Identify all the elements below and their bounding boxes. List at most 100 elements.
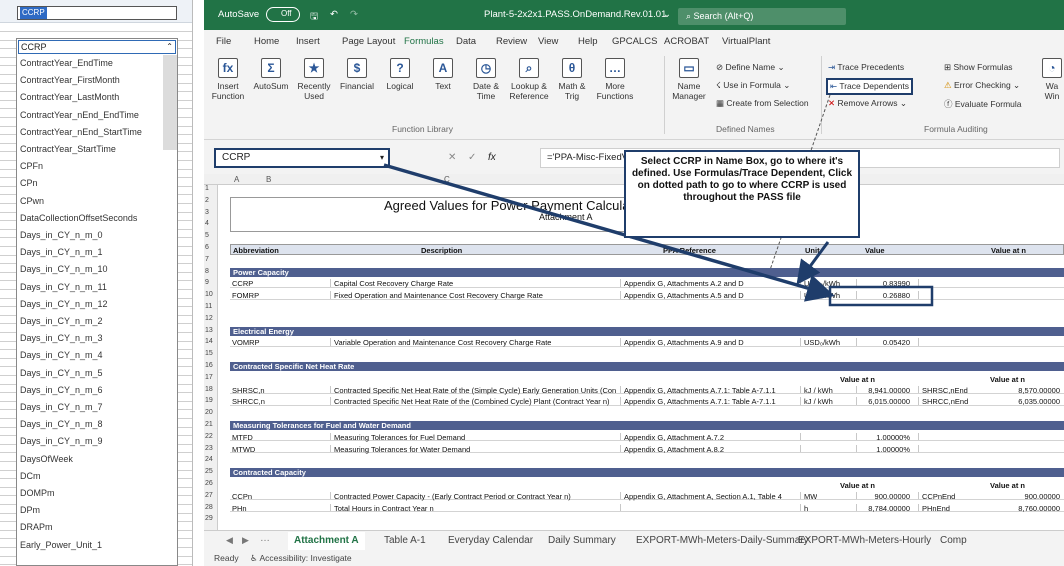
cell-u[interactable]: h bbox=[804, 504, 808, 513]
row-number[interactable]: 2 bbox=[205, 197, 209, 204]
cell-d[interactable]: Variable Operation and Maintenance Cost … bbox=[334, 338, 551, 347]
evaluate-formula-button[interactable]: ⓕ Evaluate Formula bbox=[944, 98, 1022, 110]
dropdown-item[interactable]: Days_in_CY_n_m_12 bbox=[17, 296, 162, 313]
cell-v[interactable]: 0.05420 bbox=[860, 338, 910, 347]
function-button-5[interactable]: A Text bbox=[423, 58, 463, 91]
redo-icon[interactable]: ↷ bbox=[350, 9, 358, 20]
chevron-up-icon[interactable]: ⌃ bbox=[166, 41, 173, 53]
dropdown-item[interactable]: Days_in_CY_n_m_4 bbox=[17, 347, 162, 364]
cell-p[interactable]: Appendix G, Attachments A.7.1: Table A-7… bbox=[624, 386, 776, 395]
dropdown-item[interactable]: DRAPm bbox=[17, 519, 162, 536]
row-number[interactable]: 1 bbox=[205, 185, 209, 192]
cell-u[interactable]: kJ / kWh bbox=[804, 386, 833, 395]
row-number[interactable]: 22 bbox=[205, 433, 213, 440]
cell-end-abbr[interactable]: SHRCC,nEnd bbox=[922, 397, 968, 406]
dropdown-item[interactable]: ContractYear_EndTime bbox=[17, 55, 162, 72]
row-number[interactable]: 18 bbox=[205, 386, 213, 393]
cell-v[interactable]: 8,784.00000 bbox=[860, 504, 910, 513]
create-from-selection-button[interactable]: ▦ Create from Selection bbox=[716, 98, 809, 109]
dropdown-item[interactable]: Days_in_CY_n_m_0 bbox=[17, 227, 162, 244]
dropdown-item[interactable]: Days_in_CY_n_m_2 bbox=[17, 313, 162, 330]
tab-insert[interactable]: Insert bbox=[296, 36, 320, 47]
cell-a[interactable]: FOMRP bbox=[232, 291, 259, 300]
tab-view[interactable]: View bbox=[538, 36, 558, 47]
cell-d[interactable]: Contracted Specific Net Heat Rate of the… bbox=[334, 386, 616, 395]
dropdown-item[interactable]: ContractYear_StartTime bbox=[17, 141, 162, 158]
cell-v[interactable]: 6,015.00000 bbox=[860, 397, 910, 406]
chevron-down-icon[interactable]: ⌄ bbox=[663, 9, 671, 20]
dropdown-item[interactable]: ContractYear_nEnd_StartTime bbox=[17, 124, 162, 141]
dropdown-item[interactable]: DPm bbox=[17, 502, 162, 519]
confirm-icon[interactable]: ✓ bbox=[468, 152, 476, 163]
row-number[interactable]: 9 bbox=[205, 279, 209, 286]
cell-u[interactable]: USD₀/kWh bbox=[804, 338, 840, 347]
tab-review[interactable]: Review bbox=[496, 36, 527, 47]
sheet-tab-1[interactable]: Table A-1 bbox=[384, 535, 426, 546]
cell-v[interactable]: 1.00000% bbox=[860, 445, 910, 454]
table-row[interactable]: CCRP Capital Cost Recovery Charge Rate App… bbox=[230, 279, 1064, 288]
cell-d[interactable]: Total Hours in Contract Year n bbox=[334, 504, 434, 513]
sheet-tab-3[interactable]: Daily Summary bbox=[548, 535, 616, 546]
table-row[interactable]: MTFD Measuring Tolerances for Fuel Demand… bbox=[230, 432, 1064, 442]
tab-file[interactable]: File bbox=[216, 36, 231, 47]
cell-u[interactable]: kJ / kWh bbox=[804, 397, 833, 406]
row-number[interactable]: 21 bbox=[205, 421, 213, 428]
function-button-9[interactable]: … More Functions bbox=[595, 58, 635, 101]
dropdown-item[interactable]: DCm bbox=[17, 468, 162, 485]
function-button-4[interactable]: ? Logical bbox=[380, 58, 420, 91]
row-number[interactable]: 10 bbox=[205, 291, 213, 298]
row-number[interactable]: 16 bbox=[205, 362, 213, 369]
cell-end-value[interactable]: 6,035.00000 bbox=[1000, 397, 1060, 406]
more-sheets-icon[interactable]: … bbox=[260, 533, 270, 544]
row-number[interactable]: 11 bbox=[205, 303, 212, 310]
name-box[interactable]: CCRP ▾ bbox=[214, 148, 390, 168]
column-header-a[interactable]: A bbox=[234, 175, 239, 184]
dropdown-item[interactable]: DOMPm bbox=[17, 485, 162, 502]
function-button-1[interactable]: Σ AutoSum bbox=[251, 58, 291, 91]
cell-a[interactable]: CCRP bbox=[232, 279, 253, 288]
cell-end-value[interactable]: 8,570.00000 bbox=[1000, 386, 1060, 395]
table-row[interactable]: CCPn Contracted Power Capacity - (Early C… bbox=[230, 491, 1064, 501]
row-number[interactable]: 4 bbox=[205, 220, 209, 227]
tab-acrobat[interactable]: ACROBAT bbox=[664, 36, 709, 47]
dropdown-item[interactable]: ContractYear_nEnd_EndTime bbox=[17, 107, 162, 124]
cancel-icon[interactable]: ✕ bbox=[448, 152, 456, 163]
row-number[interactable]: 20 bbox=[205, 409, 213, 416]
column-header-b[interactable]: B bbox=[266, 175, 271, 184]
cell-v[interactable]: 900.00000 bbox=[860, 492, 910, 501]
cell-d[interactable]: Measuring Tolerances for Fuel Demand bbox=[334, 433, 465, 442]
row-number[interactable]: 27 bbox=[205, 492, 213, 499]
tab-formulas[interactable]: Formulas bbox=[404, 36, 444, 47]
row-number[interactable]: 12 bbox=[205, 315, 213, 322]
prev-sheet-icon[interactable]: ◀ bbox=[226, 535, 233, 546]
cell-v[interactable]: 0.26880 bbox=[860, 291, 910, 300]
dropdown-item[interactable]: Days_in_CY_n_m_6 bbox=[17, 382, 162, 399]
tab-home[interactable]: Home bbox=[254, 36, 279, 47]
search-box[interactable]: ⌕ Search (Alt+Q) bbox=[678, 8, 846, 25]
dropdown-item[interactable]: Days_in_CY_n_m_3 bbox=[17, 330, 162, 347]
row-number[interactable]: 5 bbox=[205, 232, 209, 239]
dropdown-item[interactable]: ContractYear_FirstMonth bbox=[17, 72, 162, 89]
dropdown-item[interactable]: DaysOfWeek bbox=[17, 451, 162, 468]
cell-a[interactable]: MTWD bbox=[232, 445, 255, 454]
row-number[interactable]: 26 bbox=[205, 480, 213, 487]
cell-u[interactable]: USD₀/kWh bbox=[804, 291, 840, 300]
cell-d[interactable]: Contracted Power Capacity - (Early Contr… bbox=[334, 492, 571, 501]
dropdown-item[interactable]: Days_in_CY_n_m_5 bbox=[17, 365, 162, 382]
function-button-3[interactable]: $ Financial bbox=[337, 58, 377, 91]
cell-end-value[interactable]: 8,760.00000 bbox=[1000, 504, 1060, 513]
cell-d[interactable]: Contracted Specific Net Heat Rate of the… bbox=[334, 397, 610, 406]
cell-u[interactable]: MW bbox=[804, 492, 817, 501]
cell-p[interactable]: Appendix G, Attachments A.5 and D bbox=[624, 291, 744, 300]
row-number[interactable]: 7 bbox=[205, 256, 209, 263]
tab-gpcalcs[interactable]: GPCALCS bbox=[612, 36, 657, 47]
name-dropdown-list[interactable]: CCRP ⌃ ContractYear_EndTime ContractYear_F… bbox=[16, 38, 178, 566]
column-header-c[interactable]: C bbox=[444, 175, 450, 184]
row-number[interactable]: 28 bbox=[205, 504, 213, 511]
table-row[interactable]: SHRCC,n Contracted Specific Net Heat Rate… bbox=[230, 397, 1064, 406]
trace-dependents-button[interactable]: ⇤ Trace Dependents bbox=[826, 78, 913, 95]
function-button-2[interactable]: ★ Recently Used bbox=[294, 58, 334, 101]
cell-end-abbr[interactable]: PHnEnd bbox=[922, 504, 950, 513]
error-checking-button[interactable]: ⚠ Error Checking ⌄ bbox=[944, 80, 1020, 91]
chevron-down-icon[interactable]: ▾ bbox=[380, 150, 384, 165]
